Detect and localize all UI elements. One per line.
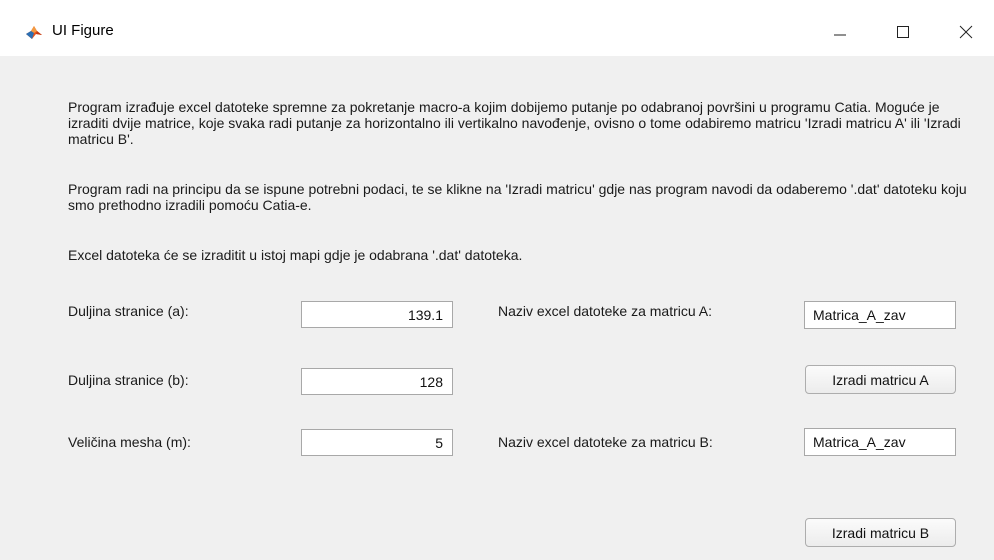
title-bar: UI Figure	[0, 0, 994, 56]
side-a-input[interactable]	[301, 301, 453, 328]
file-a-label: Naziv excel datoteke za matricu A:	[498, 303, 712, 319]
description-paragraph: Excel datoteka će se izraditit u istoj m…	[68, 247, 523, 263]
minimize-button[interactable]	[817, 14, 863, 50]
window-title: UI Figure	[52, 22, 114, 39]
description-paragraph: Program izrađuje excel datoteke spremne …	[68, 99, 961, 147]
ui-figure-window: UI Figure Program izrađuje excel datotek…	[0, 0, 994, 560]
mesh-size-label: Veličina mesha (m):	[68, 434, 191, 450]
side-b-label: Duljina stranice (b):	[68, 372, 189, 388]
minimize-icon	[834, 34, 846, 36]
close-icon	[959, 25, 973, 39]
side-a-label: Duljina stranice (a):	[68, 303, 189, 319]
mesh-size-input[interactable]	[301, 429, 453, 456]
maximize-button[interactable]	[880, 14, 926, 50]
close-button[interactable]	[943, 14, 989, 50]
create-matrix-a-button[interactable]: Izradi matricu A	[805, 365, 956, 394]
side-b-input[interactable]	[301, 368, 453, 395]
file-b-name-input[interactable]	[804, 428, 956, 456]
maximize-icon	[897, 26, 909, 38]
file-a-name-input[interactable]	[804, 301, 956, 329]
figure-content: Program izrađuje excel datoteke spremne …	[0, 56, 994, 560]
create-matrix-b-button[interactable]: Izradi matricu B	[805, 518, 956, 547]
description-paragraph: Program radi na principu da se ispune po…	[68, 181, 967, 213]
file-b-label: Naziv excel datoteke za matricu B:	[498, 434, 713, 450]
matlab-logo-icon	[25, 23, 43, 41]
